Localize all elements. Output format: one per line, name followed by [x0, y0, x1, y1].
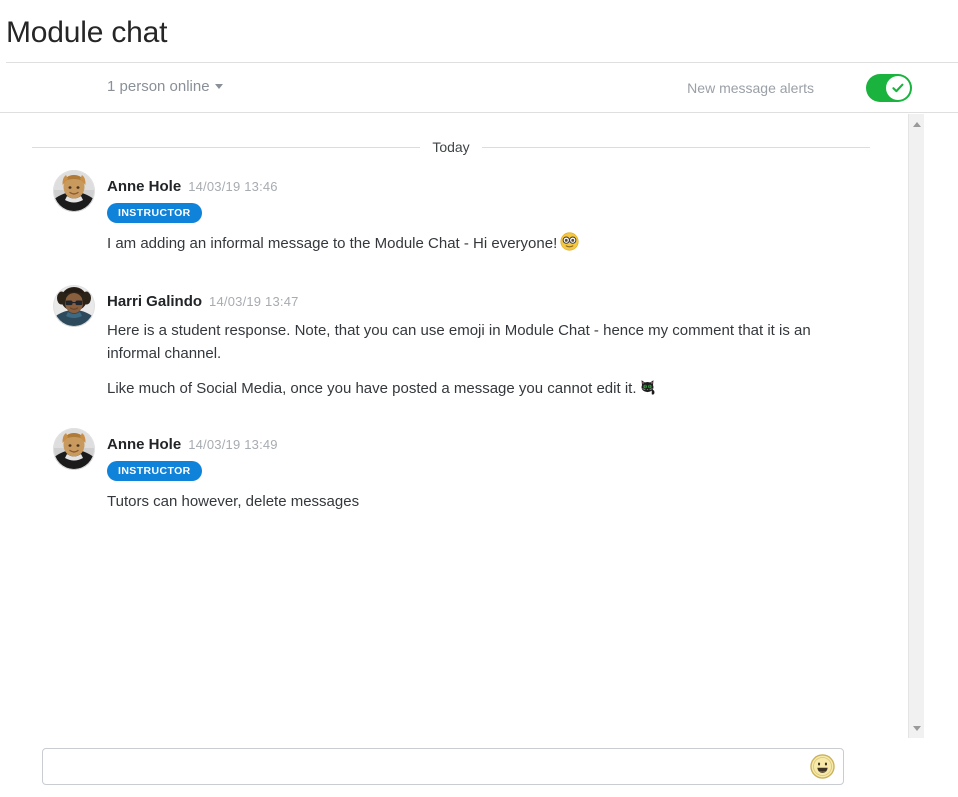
- module-chat-page: Module chat 1 person online New message …: [0, 0, 958, 797]
- avatar[interactable]: [53, 170, 95, 212]
- message-item: Anne Hole 14/03/19 13:49 INSTRUCTOR Tutor…: [0, 428, 900, 513]
- message-list: Anne Hole 14/03/19 13:46 INSTRUCTOR I am …: [0, 162, 900, 513]
- message-item: Anne Hole 14/03/19 13:46 INSTRUCTOR I am …: [0, 170, 900, 255]
- new-message-alerts-toggle[interactable]: [866, 74, 912, 102]
- chevron-down-icon: [214, 83, 223, 89]
- anne-hole-avatar: [53, 170, 95, 212]
- anne-hole-avatar: [53, 428, 95, 470]
- message-body: Anne Hole 14/03/19 13:46 INSTRUCTOR I am …: [107, 170, 900, 255]
- message-text: Tutors can however, delete messages: [107, 493, 360, 510]
- chat-scroll-area: Today Anne Hole 14/03/19 13:46 INSTRUCTO…: [0, 114, 900, 738]
- message-composer: Send: [0, 738, 958, 797]
- message-text: I am adding an informal message to the M…: [107, 232, 860, 255]
- message-text: Like much of Social Media, once you have…: [107, 377, 860, 400]
- chat-status-bar: 1 person online New message alerts: [0, 63, 958, 113]
- message-timestamp: 14/03/19 13:49: [188, 437, 278, 452]
- status-badge: INSTRUCTOR: [107, 203, 202, 223]
- scroll-down-arrow-icon: [912, 725, 921, 731]
- chat-message-panel: Today Anne Hole 14/03/19 13:46 INSTRUCTO…: [0, 114, 958, 738]
- black-cat-emoji: [639, 379, 656, 396]
- harri-galindo-avatar: [53, 285, 95, 327]
- people-online-label: 1 person online: [107, 78, 210, 95]
- emoji-picker-button[interactable]: [810, 754, 835, 779]
- message-body: Anne Hole 14/03/19 13:49 INSTRUCTOR Tutor…: [107, 428, 900, 513]
- message-header: Harri Galindo 14/03/19 13:47: [107, 285, 860, 312]
- message-text: Here is a student response. Note, that y…: [107, 322, 811, 362]
- message-paragraph: I am adding an informal message to the M…: [107, 235, 558, 252]
- people-online-dropdown[interactable]: 1 person online: [107, 77, 223, 97]
- message-author: Harri Galindo: [107, 293, 203, 310]
- message-body: Harri Galindo 14/03/19 13:47 Here is a st…: [107, 285, 900, 400]
- status-badge: INSTRUCTOR: [107, 461, 202, 481]
- message-timestamp: 14/03/19 13:46: [188, 179, 278, 194]
- scroll-up-button[interactable]: [909, 116, 924, 132]
- message-author: Anne Hole: [107, 178, 182, 195]
- chat-scrollbar[interactable]: [908, 114, 924, 738]
- page-title: Module chat: [6, 16, 168, 49]
- day-divider: Today: [32, 138, 871, 156]
- day-divider-line-left: [32, 146, 421, 148]
- avatar[interactable]: [53, 428, 95, 470]
- message-timestamp: 14/03/19 13:47: [209, 294, 299, 309]
- toggle-knob: [886, 76, 910, 100]
- message-author: Anne Hole: [107, 436, 182, 453]
- day-divider-label: Today: [432, 139, 470, 155]
- message-header: Anne Hole 14/03/19 13:49: [107, 428, 860, 455]
- day-divider-line-right: [481, 146, 871, 148]
- message-header: Anne Hole 14/03/19 13:46: [107, 170, 860, 197]
- new-message-alerts-label: New message alerts: [687, 80, 814, 96]
- scroll-up-arrow-icon: [912, 121, 921, 127]
- nerd-face-emoji: [560, 232, 579, 251]
- message-input[interactable]: [42, 748, 844, 785]
- message-input-wrapper: [42, 748, 844, 785]
- message-paragraph: Like much of Social Media, once you have…: [107, 380, 637, 397]
- scroll-down-button[interactable]: [909, 720, 924, 736]
- check-icon: [892, 83, 904, 93]
- smiley-face-icon: [810, 754, 835, 779]
- message-item: Harri Galindo 14/03/19 13:47 Here is a st…: [0, 285, 900, 400]
- avatar[interactable]: [53, 285, 95, 327]
